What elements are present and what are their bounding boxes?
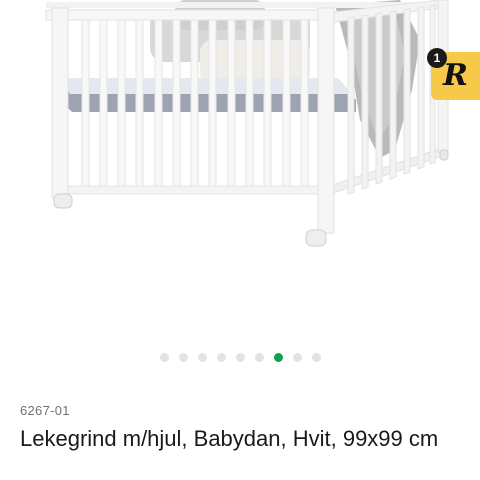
carousel-dot[interactable] (235, 352, 245, 362)
carousel-pagination[interactable] (0, 351, 480, 363)
reward-count: 1 (427, 48, 447, 68)
reward-badge[interactable]: R 1 (427, 48, 480, 100)
carousel-dot[interactable] (216, 352, 226, 362)
reward-logo-icon: R (443, 58, 468, 93)
product-page: R 1 6267-01 Lekegrind m/hjul, Babydan, H… (0, 0, 480, 480)
carousel-dot[interactable] (178, 352, 188, 362)
product-image-playpen (45, 0, 449, 247)
carousel-dot[interactable] (159, 352, 169, 362)
carousel-dot[interactable] (197, 352, 207, 362)
product-sku: 6267-01 (20, 403, 70, 418)
carousel-dot[interactable] (292, 352, 302, 362)
product-image-carousel[interactable]: R 1 (0, 0, 480, 340)
carousel-dot-active[interactable] (273, 352, 283, 362)
carousel-dot[interactable] (254, 352, 264, 362)
carousel-dot[interactable] (311, 352, 321, 362)
product-title: Lekegrind m/hjul, Babydan, Hvit, 99x99 c… (20, 426, 439, 451)
